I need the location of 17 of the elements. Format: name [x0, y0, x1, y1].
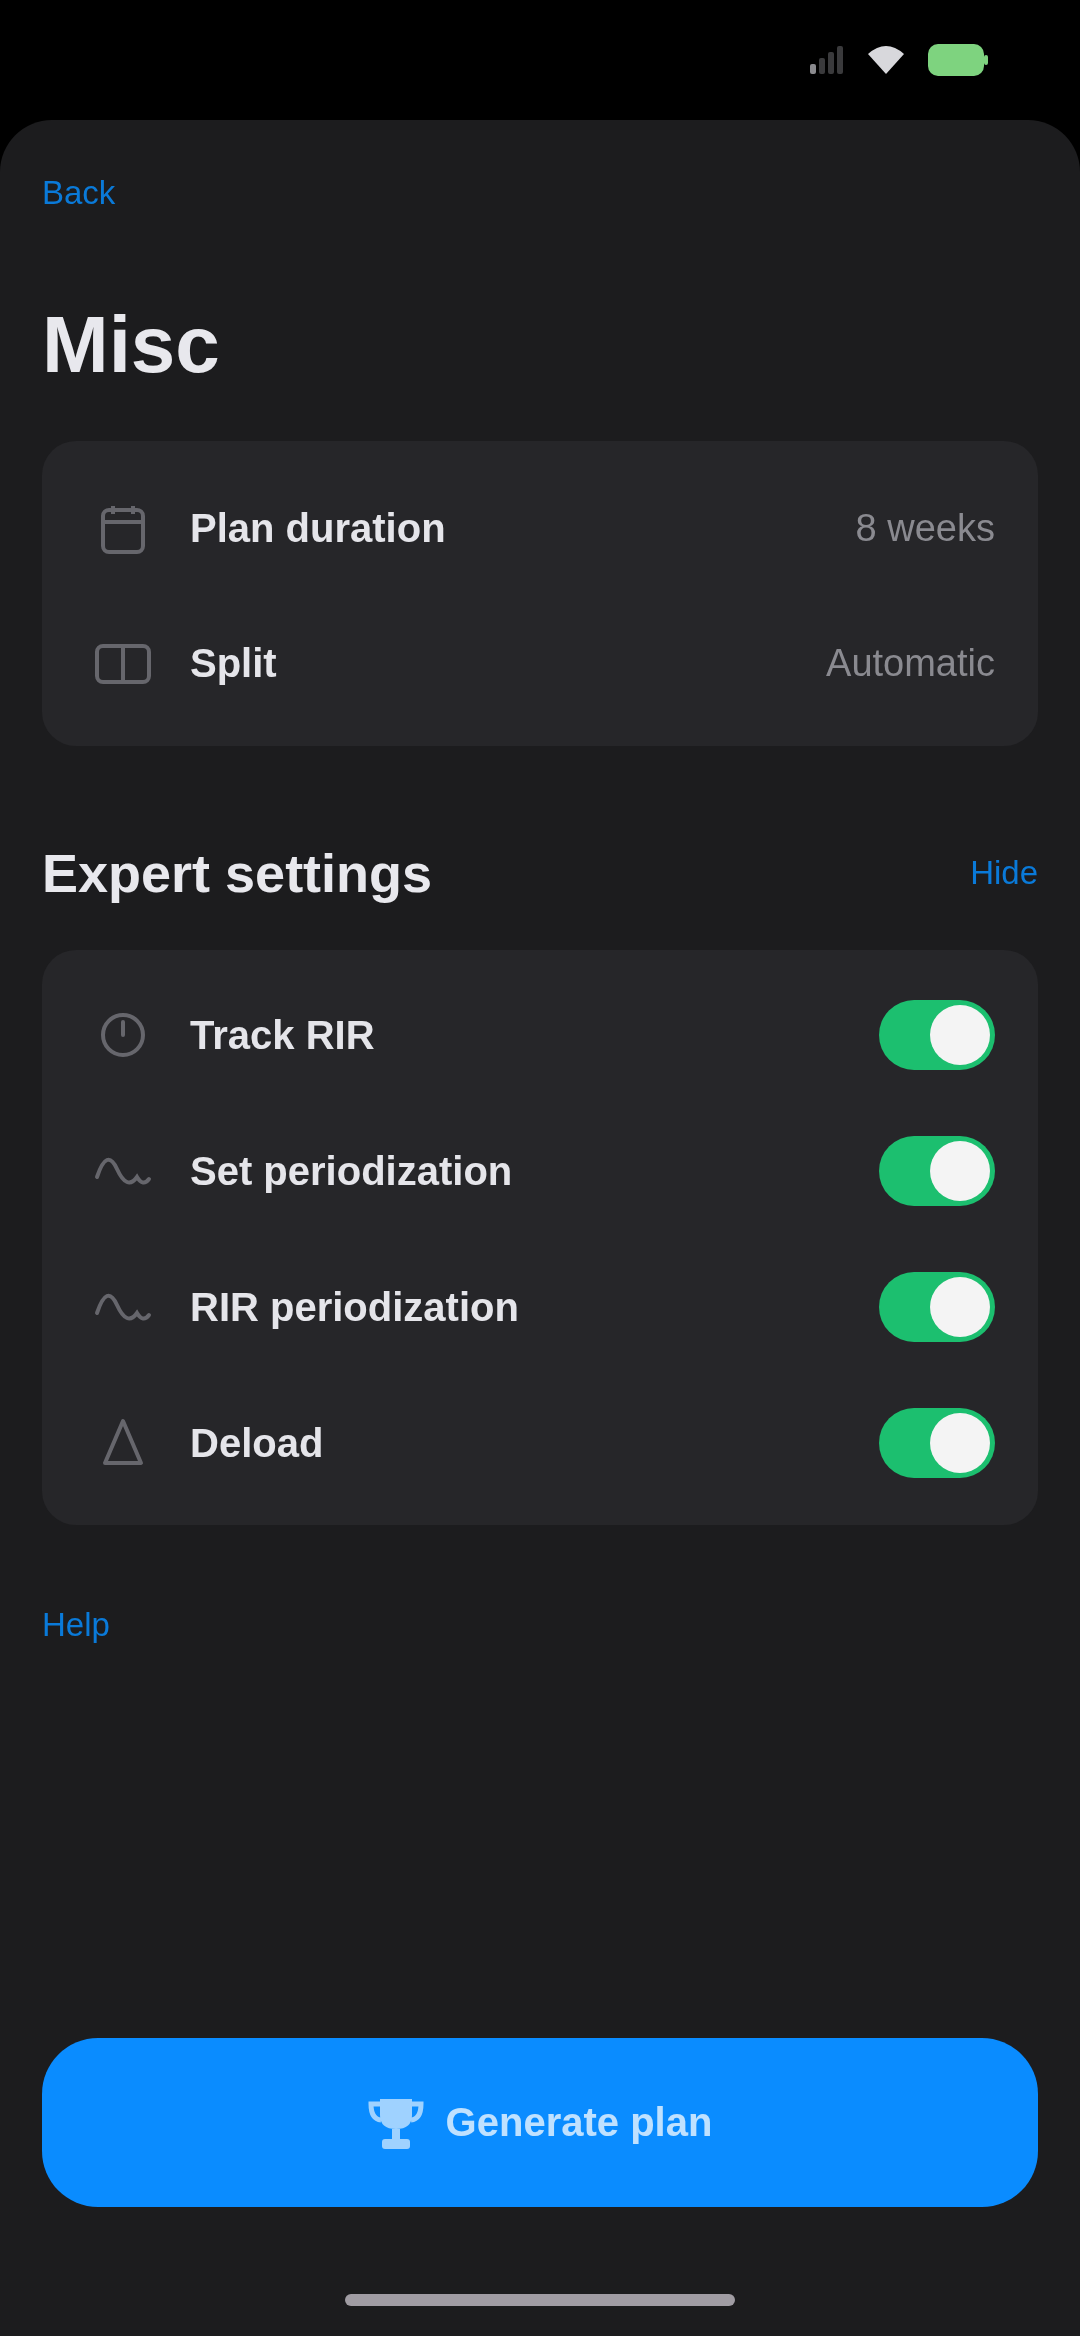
- setting-value[interactable]: Automatic: [826, 642, 995, 685]
- setting-label: Split: [190, 641, 277, 686]
- setting-label: RIR periodization: [190, 1284, 519, 1330]
- setting-value[interactable]: 8 weeks: [855, 507, 995, 550]
- wifi-icon: [866, 44, 906, 74]
- setting-label: Set periodization: [190, 1148, 513, 1194]
- setting-label: Plan duration: [190, 506, 446, 551]
- hide-link[interactable]: Hide: [970, 853, 1038, 893]
- back-link[interactable]: Back: [42, 173, 116, 213]
- section-title: Expert settings: [42, 842, 433, 905]
- generate-plan-button[interactable]: Generate plan: [42, 2038, 1038, 2207]
- signal-icon: [810, 44, 844, 74]
- setting-label: Deload: [190, 1420, 324, 1466]
- page-title: Misc: [42, 299, 220, 391]
- help-link[interactable]: Help: [42, 1605, 110, 1645]
- setting-label: Track RIR: [190, 1012, 375, 1058]
- battery-icon: [928, 44, 988, 76]
